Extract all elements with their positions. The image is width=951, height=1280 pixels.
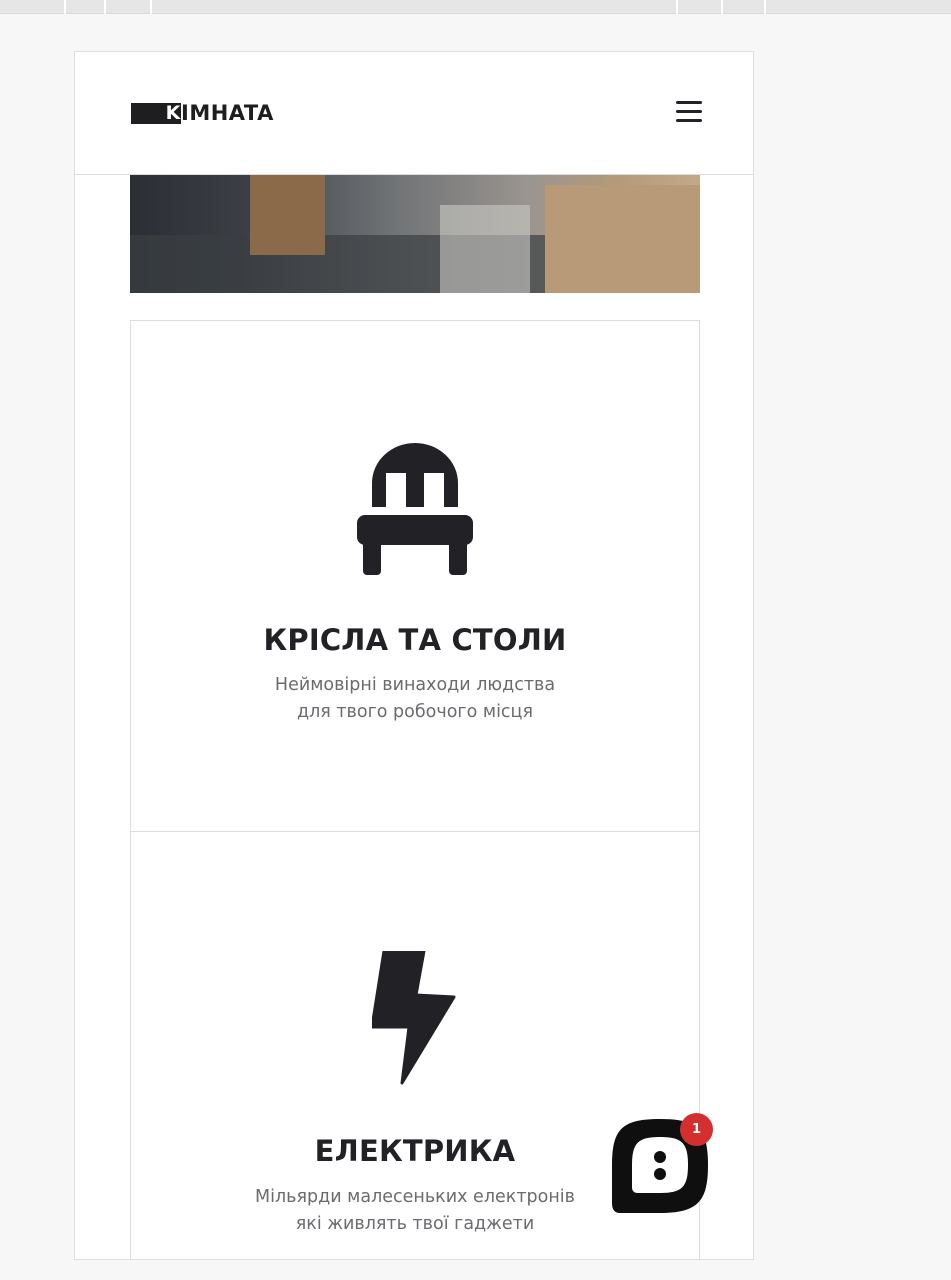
category-desc-line-1: Неймовірні винаходи людства [274, 675, 556, 695]
strip-divider [721, 0, 723, 14]
site-header: K IMHATA [75, 52, 753, 175]
category-desc-line-2: які живлять твої гаджети [295, 1214, 535, 1234]
category-title: КРІСЛА ТА СТОЛИ [263, 623, 567, 657]
lightning-icon [131, 951, 699, 1085]
strip-divider [64, 0, 66, 14]
category-card-chairs[interactable]: КРІСЛА ТА СТОЛИ Неймовірні винаходи людс… [130, 320, 700, 832]
logo-mark: K [165, 101, 181, 124]
site-logo[interactable]: K IMHATA [131, 102, 274, 124]
chat-unread-badge: 1 [680, 1113, 713, 1146]
logo-block [131, 102, 165, 124]
hero-image [130, 175, 700, 293]
strip-divider [676, 0, 678, 14]
mobile-page-frame: K IMHATA КРІСЛА ТА СТОЛИ Неймовірні вина… [74, 51, 754, 1260]
strip-divider [764, 0, 766, 14]
browser-top-strip [0, 0, 951, 14]
strip-divider [150, 0, 152, 14]
strip-divider [104, 0, 106, 14]
chair-icon [131, 439, 699, 575]
logo-text: IMHATA [181, 101, 274, 125]
hamburger-menu-icon[interactable] [676, 100, 702, 124]
category-desc-line-2: для твого робочого місця [296, 702, 533, 722]
